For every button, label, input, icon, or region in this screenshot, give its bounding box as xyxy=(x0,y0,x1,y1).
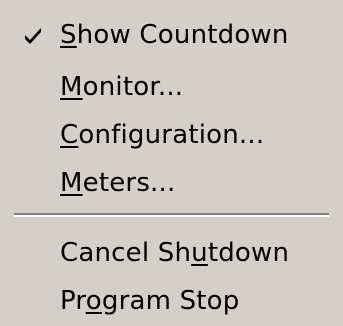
menu-item-label: Show Countdown xyxy=(60,18,289,52)
mnemonic-letter: M xyxy=(60,72,83,102)
menu-item-label-pre: Cancel Sh xyxy=(60,238,192,268)
context-menu: Show Countdown Monitor... Configuration.… xyxy=(0,0,343,326)
menu-item-cancel-shutdown[interactable]: Cancel Shutdown xyxy=(0,230,343,278)
menu-item-label: Monitor... xyxy=(60,70,183,104)
menu-item-label-pre: Pr xyxy=(60,286,86,316)
menu-item-label-rest: how Countdown xyxy=(76,20,289,50)
mnemonic-letter: u xyxy=(191,238,208,268)
menu-item-meters[interactable]: Meters... xyxy=(0,160,343,208)
menu-separator xyxy=(14,213,329,217)
checkmark-icon xyxy=(25,28,41,44)
menu-item-label: Configuration... xyxy=(60,118,264,152)
menu-item-label-rest: eters... xyxy=(82,168,176,198)
menu-item-label-rest: gram Stop xyxy=(101,286,240,316)
menu-item-configuration[interactable]: Configuration... xyxy=(0,112,343,160)
mnemonic-letter: o xyxy=(85,286,102,316)
mnemonic-letter: C xyxy=(60,120,79,150)
menu-item-label-rest: tdown xyxy=(207,238,290,268)
mnemonic-letter: S xyxy=(60,20,77,50)
menu-item-label: Meters... xyxy=(60,166,175,200)
menu-item-show-countdown[interactable]: Show Countdown xyxy=(0,12,343,60)
menu-item-label: Program Stop xyxy=(60,284,240,318)
menu-item-program-stop[interactable]: Program Stop xyxy=(0,278,343,326)
menu-item-label: Cancel Shutdown xyxy=(60,236,289,270)
menu-item-monitor[interactable]: Monitor... xyxy=(0,64,343,112)
menu-item-label-rest: onfiguration... xyxy=(78,120,265,150)
mnemonic-letter: M xyxy=(60,168,83,198)
menu-item-label-rest: onitor... xyxy=(82,72,184,102)
